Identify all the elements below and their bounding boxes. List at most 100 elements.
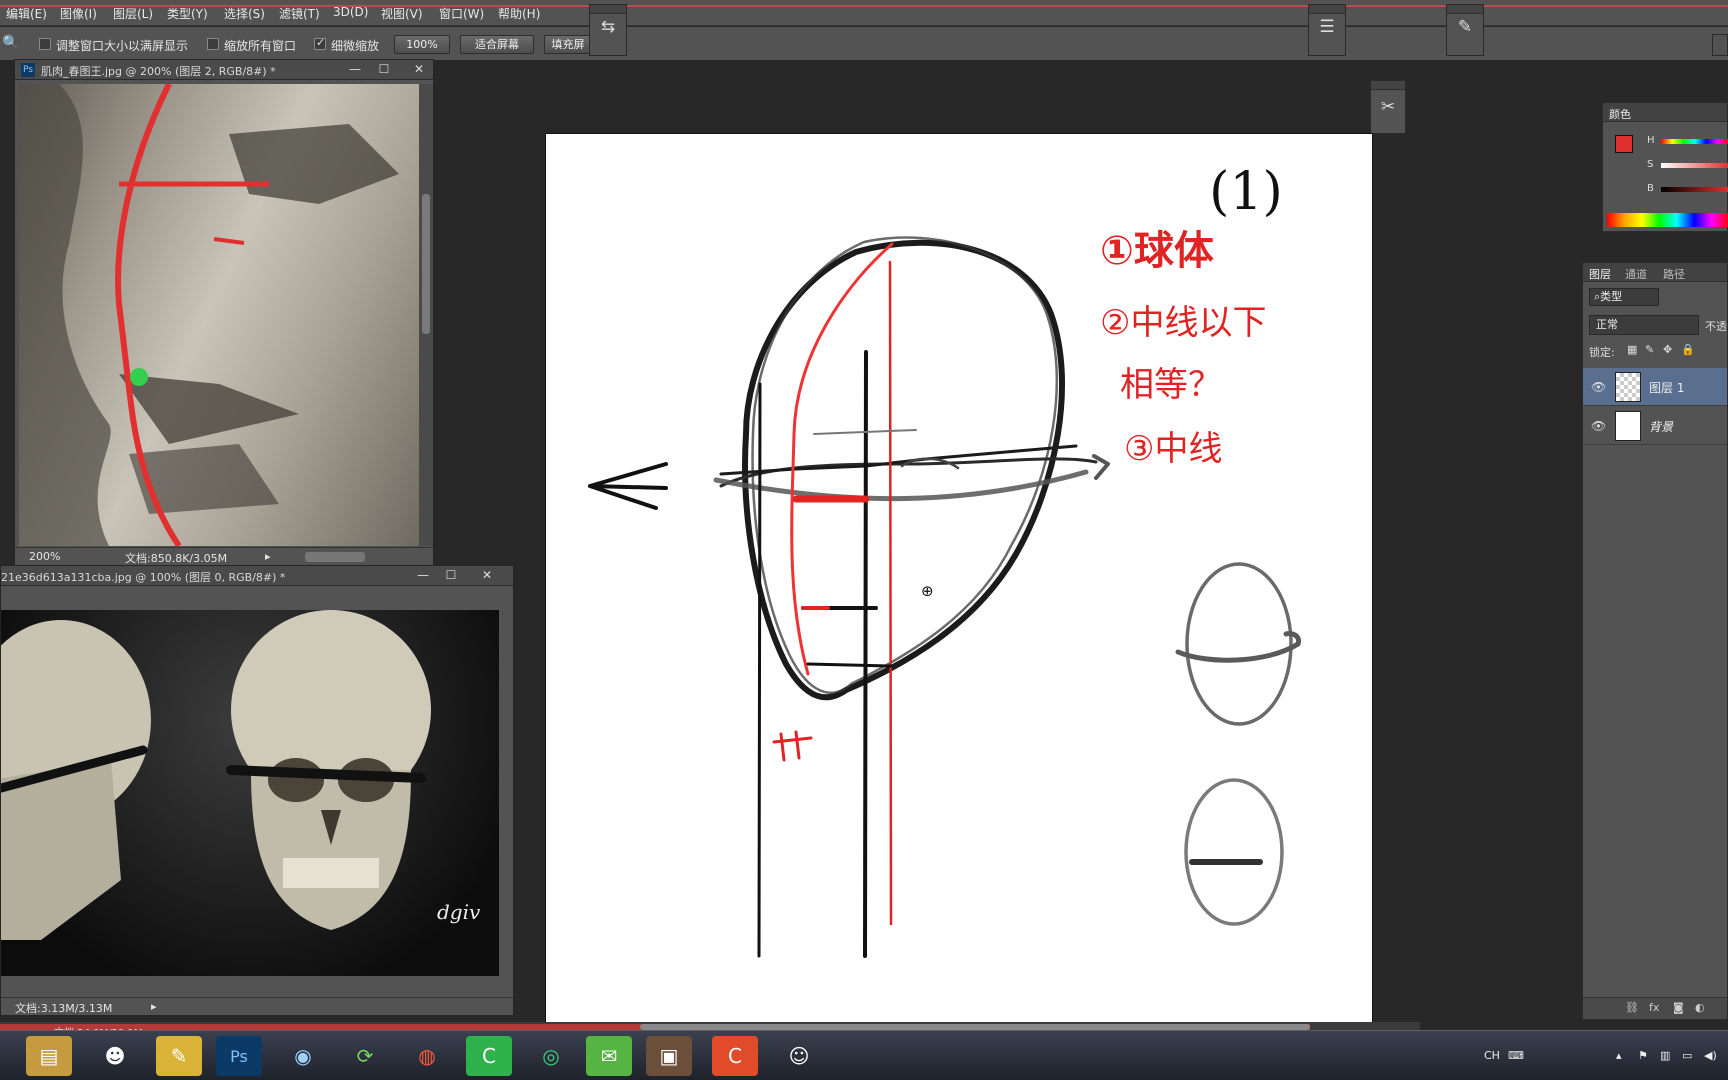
skull-reference-image[interactable]: dgiv <box>1 610 499 976</box>
saturation-slider[interactable] <box>1661 163 1728 168</box>
document-window-face[interactable]: Ps 肌肉_春图王.jpg @ 200% (图层 2, RGB/8#) * — … <box>14 59 434 566</box>
head-sketch-drawing[interactable]: (1) ①球体 ②中线以下 相等？ ③中线 <box>546 134 1372 1022</box>
floating-tool-panel-3[interactable]: ✎ <box>1446 4 1484 56</box>
status-menu-arrow-icon[interactable]: ▸ <box>151 1000 157 1013</box>
floating-tool-panel-1[interactable]: ⇆ <box>589 4 627 56</box>
lock-transparent-icon[interactable]: ▦ <box>1627 343 1637 356</box>
layer-row[interactable]: 👁 图层 1 <box>1583 368 1727 406</box>
scrollbar-thumb[interactable] <box>422 194 430 334</box>
panel-grip[interactable] <box>1309 5 1345 14</box>
zoom-tool-icon[interactable]: 🔍 <box>2 35 19 51</box>
tab-channels[interactable]: 通道 <box>1625 266 1647 282</box>
tray-network-icon[interactable]: ▥ <box>1660 1049 1670 1062</box>
minimize-button[interactable]: — <box>341 61 369 78</box>
visibility-eye-icon[interactable]: 👁 <box>1591 419 1606 433</box>
keyboard-icon[interactable]: ⌨ <box>1508 1049 1524 1062</box>
security-icon[interactable]: ◍ <box>404 1036 450 1076</box>
recorder-icon[interactable]: C <box>712 1036 758 1076</box>
image-viewer-icon[interactable]: ▣ <box>646 1036 692 1076</box>
layer-name[interactable]: 背景 <box>1649 418 1673 435</box>
camtasia-icon[interactable]: C <box>466 1036 512 1076</box>
color-spectrum-ramp[interactable] <box>1607 213 1728 227</box>
tab-color[interactable]: 颜色 <box>1609 106 1631 122</box>
tray-expand-icon[interactable]: ▴ <box>1616 1049 1622 1062</box>
player-icon[interactable]: ◎ <box>528 1036 574 1076</box>
zoom-100-button[interactable]: 100% <box>394 35 450 54</box>
adjustments-icon[interactable]: ☰ <box>1309 17 1345 37</box>
menu-image[interactable]: 图像(I) <box>60 5 97 22</box>
vertical-scrollbar[interactable] <box>419 84 433 546</box>
browser-icon[interactable]: ◉ <box>280 1036 326 1076</box>
photoshop-taskbar-icon[interactable]: Ps <box>216 1036 262 1076</box>
layer-filter-dropdown[interactable]: ⌕类型 <box>1589 288 1659 306</box>
qq-penguin-icon[interactable]: ☻ <box>92 1036 138 1076</box>
zoom-all-checkbox[interactable] <box>207 38 219 50</box>
layer-name[interactable]: 图层 1 <box>1649 379 1684 396</box>
lock-image-icon[interactable]: ✎ <box>1645 343 1654 356</box>
layer-row[interactable]: 👁 背景 <box>1583 407 1727 445</box>
link-layers-icon[interactable]: ⛓ <box>1625 1001 1639 1014</box>
maximize-button[interactable]: ☐ <box>370 61 398 78</box>
zoom-level[interactable]: 200% <box>29 550 60 563</box>
document-window-skull[interactable]: 21e36d613a131cba.jpg @ 100% (图层 0, RGB/8… <box>0 565 514 1016</box>
resize-windows-checkbox[interactable] <box>39 38 51 50</box>
ime-indicator[interactable]: CH <box>1484 1049 1500 1062</box>
panel-grip[interactable] <box>1447 5 1483 14</box>
menu-edit[interactable]: 编辑(E) <box>6 5 47 22</box>
document-titlebar[interactable]: Ps 肌肉_春图王.jpg @ 200% (图层 2, RGB/8#) * — … <box>15 60 433 80</box>
menu-view[interactable]: 视图(V) <box>381 5 423 22</box>
menu-3d[interactable]: 3D(D) <box>333 5 368 19</box>
foreground-color-swatch[interactable] <box>1615 135 1633 153</box>
panel-grip[interactable] <box>590 5 626 14</box>
scrubby-zoom-checkbox[interactable] <box>314 36 326 50</box>
menu-select[interactable]: 选择(S) <box>224 5 265 22</box>
tab-paths[interactable]: 路径 <box>1663 266 1685 282</box>
blend-mode-dropdown[interactable]: 正常 <box>1589 315 1699 335</box>
minimize-button[interactable]: — <box>409 567 437 584</box>
menu-layer[interactable]: 图层(L) <box>113 5 153 22</box>
horizontal-scrollbar-thumb[interactable] <box>305 552 365 562</box>
face-reference-image[interactable] <box>19 84 419 546</box>
fit-screen-button[interactable]: 适合屏幕 <box>460 35 534 54</box>
lock-position-icon[interactable]: ✥ <box>1663 343 1672 356</box>
annotation-sphere: ①球体 <box>1100 228 1214 274</box>
tools-icon[interactable]: ✂ <box>1371 97 1405 117</box>
tray-app-icon[interactable]: ⚑ <box>1638 1049 1648 1062</box>
layer-style-icon[interactable]: fx <box>1649 1001 1659 1014</box>
panel-edge-button[interactable] <box>1712 34 1728 56</box>
visibility-eye-icon[interactable]: 👁 <box>1591 380 1606 394</box>
color-panel-tabbar: 颜色 <box>1603 103 1727 122</box>
status-menu-arrow-icon[interactable]: ▸ <box>265 550 271 563</box>
hue-label: H <box>1647 135 1655 146</box>
brush-preset-icon[interactable]: ✎ <box>1447 17 1483 37</box>
menu-type[interactable]: 类型(Y) <box>167 5 208 22</box>
add-mask-icon[interactable]: ◙ <box>1673 1001 1684 1014</box>
menu-window[interactable]: 窗口(W) <box>439 5 484 22</box>
fill-screen-button[interactable]: 填充屏 <box>544 35 592 54</box>
volume-icon[interactable]: ◀) <box>1704 1049 1717 1062</box>
wechat-icon[interactable]: ✉ <box>586 1036 632 1076</box>
tool-presets-panel[interactable]: ✂ <box>1370 80 1406 134</box>
file-explorer-icon[interactable]: ▤ <box>26 1036 72 1076</box>
tray-monitor-icon[interactable]: ▭ <box>1682 1049 1692 1062</box>
document-titlebar[interactable]: 21e36d613a131cba.jpg @ 100% (图层 0, RGB/8… <box>1 566 513 586</box>
close-button[interactable]: ✕ <box>473 567 501 584</box>
notes-icon[interactable]: ✎ <box>156 1036 202 1076</box>
menu-help[interactable]: 帮助(H) <box>498 5 540 22</box>
qq-alt-icon[interactable]: ☺ <box>776 1036 822 1076</box>
sync-icon[interactable]: ⟳ <box>342 1036 388 1076</box>
main-canvas[interactable]: (1) ①球体 ②中线以下 相等？ ③中线 ⊕ <box>546 134 1372 1022</box>
maximize-button[interactable]: ☐ <box>437 567 465 584</box>
floating-tool-panel-2[interactable]: ☰ <box>1308 4 1346 56</box>
close-button[interactable]: ✕ <box>405 61 433 78</box>
hue-slider[interactable] <box>1661 139 1728 144</box>
panel-grip[interactable] <box>1371 81 1405 90</box>
brightness-label: B <box>1647 183 1654 194</box>
history-brush-icon[interactable]: ⇆ <box>590 17 626 37</box>
lock-all-icon[interactable]: 🔒 <box>1681 343 1695 356</box>
menu-filter[interactable]: 滤镜(T) <box>279 5 320 22</box>
adjustment-layer-icon[interactable]: ◐ <box>1695 1001 1705 1014</box>
brightness-slider[interactable] <box>1661 187 1728 192</box>
tab-layers[interactable]: 图层 <box>1589 266 1611 282</box>
zoom-all-label: 缩放所有窗口 <box>224 39 297 53</box>
